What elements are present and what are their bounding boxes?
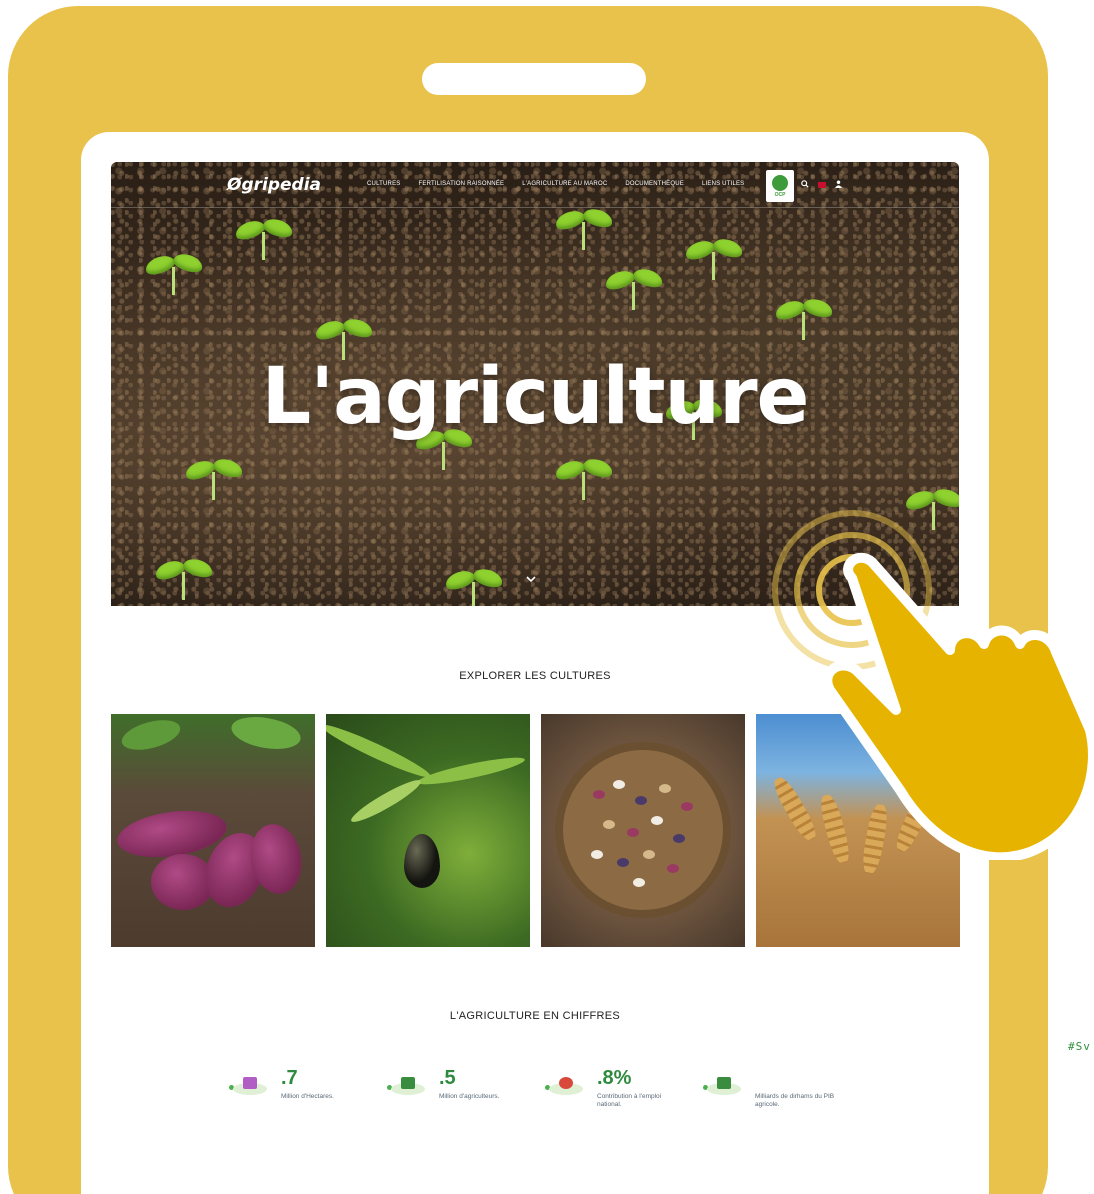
stat-label: Million d'agriculteurs. — [439, 1093, 500, 1100]
ocp-emblem-icon — [772, 174, 788, 191]
stat-value: .7 — [281, 1067, 298, 1089]
crop-card-olive[interactable] — [326, 714, 530, 947]
user-icon[interactable] — [835, 180, 842, 190]
stat-farmers: .5 Million d'agriculteurs. — [387, 1067, 523, 1117]
nav-link-liens-utiles[interactable]: LIENS UTILES — [702, 181, 744, 187]
stats-row: .7 Million d'Hectares. .5 Million d'agri… — [229, 1067, 839, 1117]
partner-logo[interactable]: OCP — [766, 170, 794, 202]
stat-employment: .8% Contribution à l'emploi national. — [545, 1067, 681, 1117]
hero-title: L'agriculture — [261, 352, 810, 442]
crop-card-sweet-potato[interactable] — [111, 714, 315, 947]
search-icon[interactable] — [801, 180, 809, 190]
site-logo[interactable]: Øgripedia — [227, 175, 321, 195]
growth-chart-icon — [703, 1075, 743, 1095]
stat-value: .8% — [597, 1067, 632, 1089]
crop-card-beans[interactable] — [541, 714, 745, 947]
employment-icon — [545, 1075, 585, 1095]
stat-value: .5 — [439, 1067, 456, 1089]
stat-hectares: .7 Million d'Hectares. — [229, 1067, 365, 1117]
nav-actions — [801, 180, 842, 190]
pointing-hand-icon — [822, 552, 1094, 860]
stat-label: Million d'Hectares. — [281, 1093, 334, 1100]
section-title-chiffres: L'AGRICULTURE EN CHIFFRES — [449, 1010, 621, 1022]
stat-pib: Milliards de dirhams du PIB agricole. — [703, 1067, 839, 1117]
field-icon — [229, 1075, 269, 1095]
nav-link-fertilisation[interactable]: FERTILISATION RAISONNÉE — [419, 181, 505, 187]
nav-link-agriculture-maroc[interactable]: L'AGRICULTURE AU MAROC — [522, 181, 607, 187]
chevron-down-icon[interactable] — [525, 572, 537, 586]
stat-label: Contribution à l'emploi national. — [597, 1093, 662, 1108]
nav-link-cultures[interactable]: CULTURES — [367, 181, 401, 187]
bean-bowl — [555, 742, 731, 918]
nav-links: CULTURES FERTILISATION RAISONNÉE L'AGRIC… — [367, 181, 744, 187]
side-tag: #Sv — [1068, 1040, 1091, 1053]
nav-link-documentheque[interactable]: DOCUMENTHÈQUE — [625, 181, 684, 187]
olive-fruit — [404, 834, 440, 888]
stat-label: Milliards de dirhams du PIB agricole. — [755, 1093, 835, 1108]
farmers-icon — [387, 1075, 427, 1095]
partner-logo-text: OCP — [774, 191, 786, 198]
top-navigation: Øgripedia CULTURES FERTILISATION RAISONN… — [111, 162, 959, 208]
flag-icon[interactable] — [818, 182, 826, 188]
tablet-speaker — [422, 63, 646, 95]
